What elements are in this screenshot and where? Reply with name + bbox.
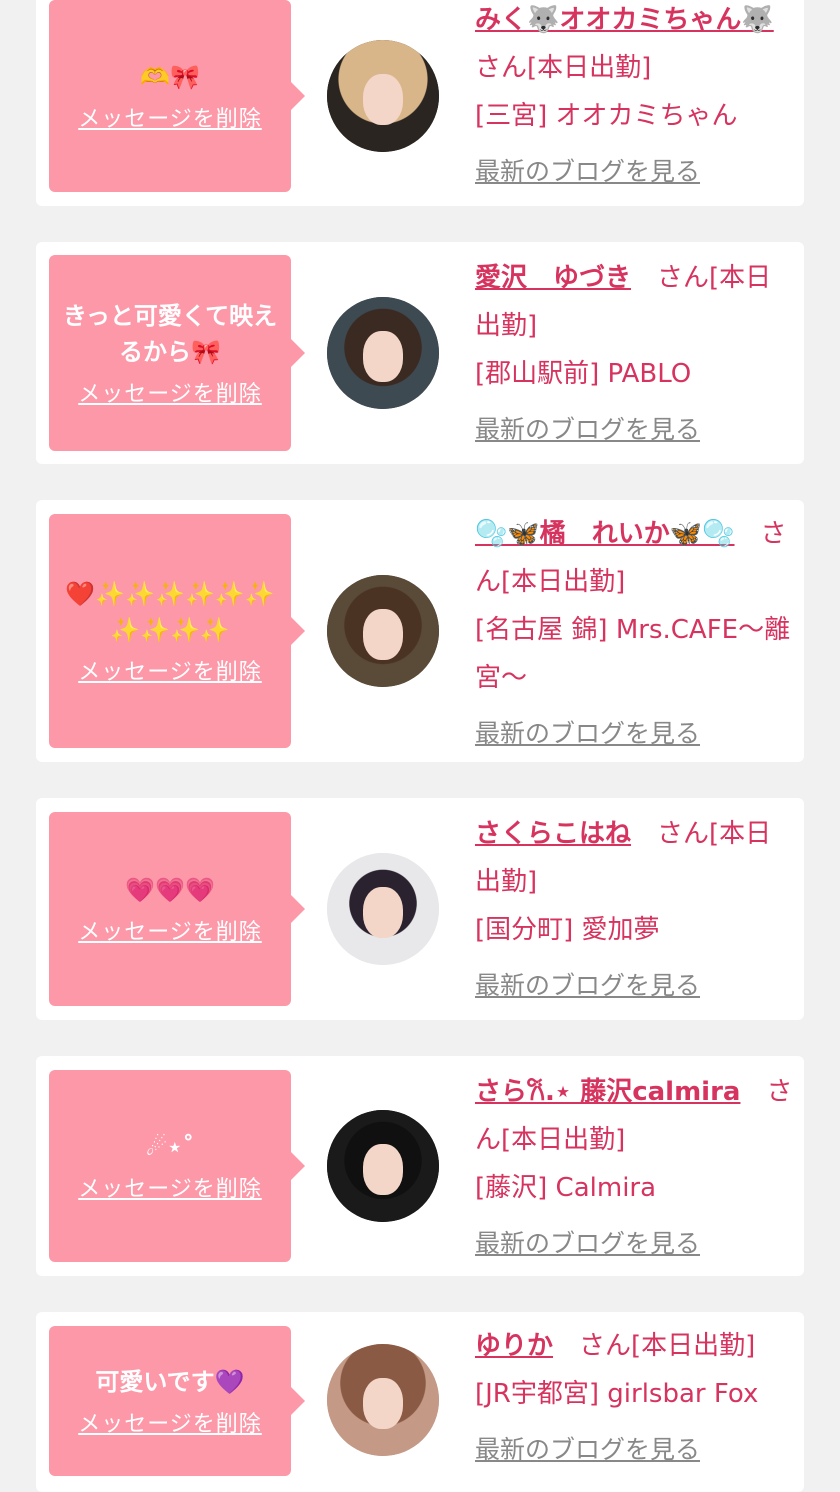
latest-blog-link[interactable]: 最新のブログを見る [475,1426,795,1474]
cast-info: 愛沢 ゆづき さん[本日出勤] [郡山駅前] PABLO 最新のブログを見る [475,254,795,454]
avatar[interactable] [327,40,439,152]
cast-suffix: さん[本日出勤] [475,53,652,83]
shop-label: [国分町] 愛加夢 [475,915,660,945]
delete-message-link[interactable]: メッセージを削除 [78,1406,262,1438]
cast-info: さら𐙚.⋆ 藤沢calmira さん[本日出勤] [藤沢] Calmira 最新… [475,1068,795,1268]
message-card: 可愛いです💜 メッセージを削除 ゆりか さん[本日出勤] [JR宇都宮] gir… [36,1312,804,1492]
message-text: 🫶🎀 [140,63,200,91]
message-bubble: 💗💗💗 メッセージを削除 [49,812,305,1006]
shop-label: [名古屋 錦] Mrs.CAFE～離宮～ [475,615,791,693]
message-text: 可愛いです💜 [95,1368,245,1396]
avatar[interactable] [327,1344,439,1456]
cast-info: みく🐺オオカミちゃん🐺 さん[本日出勤] [三宮] オオカミちゃん 最新のブログ… [475,0,795,196]
cast-name-link[interactable]: さら𐙚.⋆ 藤沢calmira [475,1077,740,1107]
cast-suffix: さん[本日出勤] [579,1331,756,1361]
message-card: ☄︎⋆˚ メッセージを削除 さら𐙚.⋆ 藤沢calmira さん[本日出勤] [… [36,1056,804,1276]
avatar[interactable] [327,575,439,687]
shop-label: [JR宇都宮] girlsbar Fox [475,1379,759,1409]
delete-message-link[interactable]: メッセージを削除 [78,654,262,686]
avatar[interactable] [327,853,439,965]
latest-blog-link[interactable]: 最新のブログを見る [475,406,795,454]
latest-blog-link[interactable]: 最新のブログを見る [475,1220,795,1268]
message-text: きっと可愛くて映えるから🎀 [62,302,278,366]
message-bubble: 🫶🎀 メッセージを削除 [49,0,305,192]
cast-info: さくらこはね さん[本日出勤] [国分町] 愛加夢 最新のブログを見る [475,810,795,1010]
message-bubble: 可愛いです💜 メッセージを削除 [49,1326,305,1476]
latest-blog-link[interactable]: 最新のブログを見る [475,148,795,196]
cast-name-link[interactable]: みく🐺オオカミちゃん🐺 [475,5,774,35]
cast-info: 🫧🦋橘 れいか🦋🫧 さん[本日出勤] [名古屋 錦] Mrs.CAFE～離宮～ … [475,510,795,758]
avatar[interactable] [327,297,439,409]
latest-blog-link[interactable]: 最新のブログを見る [475,962,795,1010]
message-bubble: ❤️✨✨✨✨✨✨✨✨✨✨ メッセージを削除 [49,514,305,748]
cast-name-link[interactable]: さくらこはね [475,819,631,849]
shop-label: [三宮] オオカミちゃん [475,101,738,131]
message-bubble: きっと可愛くて映えるから🎀 メッセージを削除 [49,255,305,451]
message-card: ❤️✨✨✨✨✨✨✨✨✨✨ メッセージを削除 🫧🦋橘 れいか🦋🫧 さん[本日出勤]… [36,500,804,762]
latest-blog-link[interactable]: 最新のブログを見る [475,710,795,758]
delete-message-link[interactable]: メッセージを削除 [78,101,262,133]
delete-message-link[interactable]: メッセージを削除 [78,914,262,946]
message-card: きっと可愛くて映えるから🎀 メッセージを削除 愛沢 ゆづき さん[本日出勤] [… [36,242,804,464]
message-bubble: ☄︎⋆˚ メッセージを削除 [49,1070,305,1262]
message-text: ❤️✨✨✨✨✨✨✨✨✨✨ [65,580,275,644]
cast-name-link[interactable]: ゆりか [475,1331,553,1361]
cast-name-link[interactable]: 愛沢 ゆづき [475,263,631,293]
delete-message-link[interactable]: メッセージを削除 [78,1171,262,1203]
shop-label: [郡山駅前] PABLO [475,359,692,389]
message-card: 🫶🎀 メッセージを削除 みく🐺オオカミちゃん🐺 さん[本日出勤] [三宮] オオ… [36,0,804,206]
delete-message-link[interactable]: メッセージを削除 [78,376,262,408]
cast-name-link[interactable]: 🫧🦋橘 れいか🦋🫧 [475,519,735,549]
message-card: 💗💗💗 メッセージを削除 さくらこはね さん[本日出勤] [国分町] 愛加夢 最… [36,798,804,1020]
message-text: ☄︎⋆˚ [145,1133,195,1161]
cast-info: ゆりか さん[本日出勤] [JR宇都宮] girlsbar Fox 最新のブログ… [475,1322,795,1474]
avatar[interactable] [327,1110,439,1222]
shop-label: [藤沢] Calmira [475,1173,657,1203]
message-text: 💗💗💗 [125,876,215,904]
